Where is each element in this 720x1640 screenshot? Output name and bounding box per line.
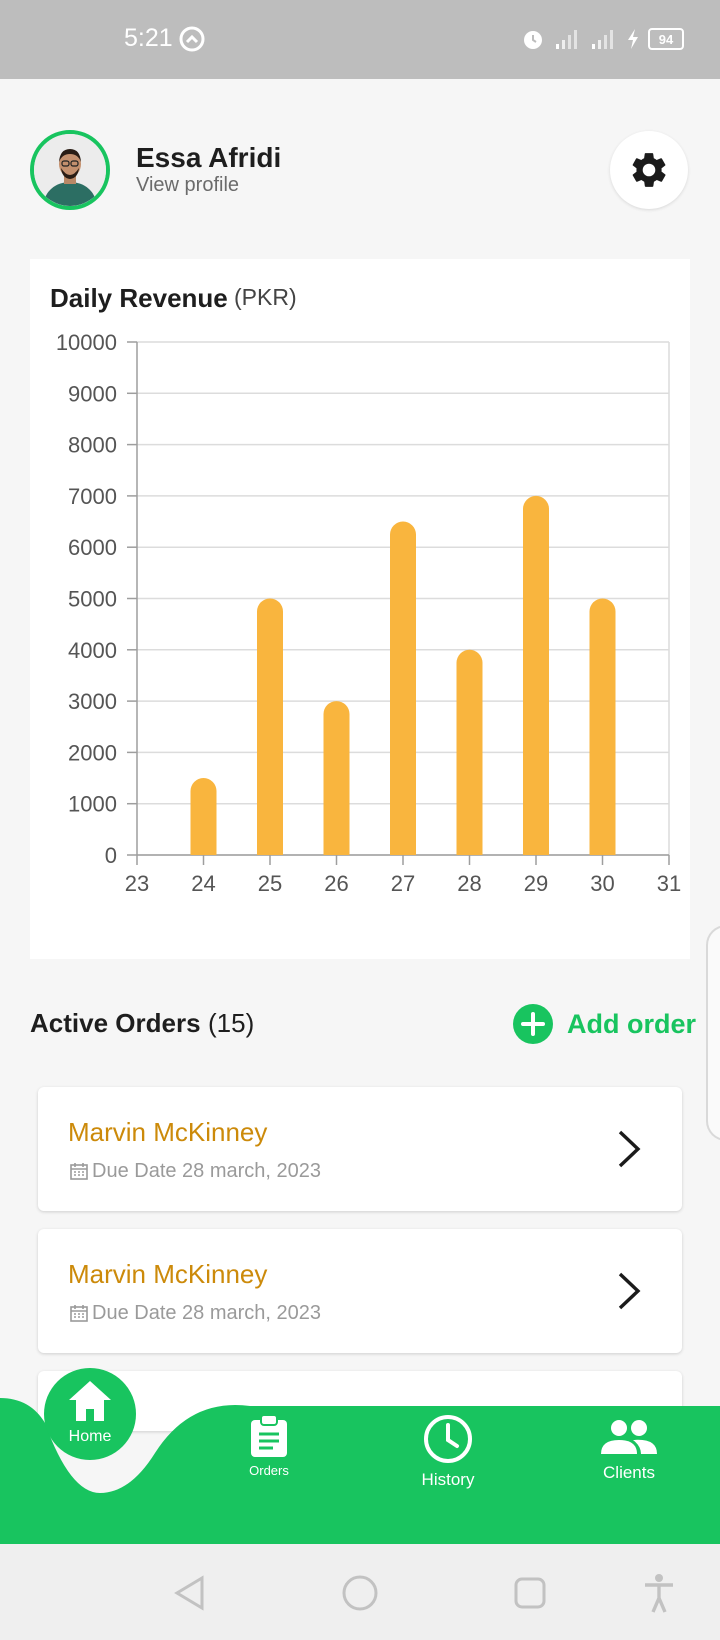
plus-icon [513,1004,553,1044]
x-tick-label: 24 [191,871,215,896]
revenue-bar [523,495,549,855]
chevron-right-icon [618,1130,641,1168]
y-tick-label: 5000 [68,587,117,612]
add-order-label: Add order [567,1008,697,1039]
order-due-date: Due Date 28 march, 2023 [92,1302,322,1324]
y-tick-label: 9000 [68,381,117,406]
revenue-bar [323,701,350,855]
people-icon [601,1420,657,1454]
signal-icon [556,30,577,49]
nav-history[interactable]: History [408,1413,488,1490]
nav-orders-label: Orders [249,1463,289,1478]
y-tick-label: 10000 [56,330,117,355]
clipboard-icon [251,1414,287,1457]
order-client-name: Marvin McKinney [68,1259,268,1289]
clock-icon [424,1415,472,1463]
y-tick-label: 0 [105,843,117,868]
nav-history-label: History [421,1470,475,1489]
avatar-image [34,134,106,206]
charging-icon [628,29,638,49]
revenue-bar [589,598,616,855]
y-tick-label: 1000 [68,792,117,817]
y-tick-label: 2000 [68,740,117,765]
order-due-date: Due Date 28 march, 2023 [92,1160,322,1182]
data-saver-icon [179,26,205,52]
revenue-bar [257,598,283,855]
active-orders-count: (15) [208,1008,255,1038]
user-name[interactable]: Essa Afridi [136,142,281,174]
revenue-bar [456,649,483,855]
x-tick-label: 30 [590,871,614,896]
home-icon [69,1381,111,1421]
system-navigation-bar [0,1544,720,1640]
daily-revenue-chart-card: Daily Revenue (PKR) 0 1000 2000 3000 4000 500… [30,259,690,959]
add-order-button[interactable]: Add order [513,1004,696,1044]
x-tick-label: 29 [524,871,548,896]
calendar-icon [70,1163,88,1180]
y-tick-label: 6000 [68,535,117,560]
battery-icon: 94 [648,28,684,50]
y-tick-label: 7000 [68,484,117,509]
status-bar: 5:21 94 [0,0,720,79]
y-tick-label: 8000 [68,433,117,458]
accessibility-icon[interactable] [642,1572,676,1614]
side-drawer-handle[interactable] [706,925,720,1141]
revenue-bar-chart: 0 1000 2000 3000 4000 5000 6000 7000 8000 9000 100… [56,330,681,896]
order-card[interactable]: Marvin McKinney Due Date 28 march, 2023 [38,1087,682,1211]
recents-icon[interactable] [512,1575,548,1611]
x-tick-label: 28 [457,871,481,896]
status-time: 5:21 [124,24,173,52]
settings-button[interactable] [610,131,688,209]
active-orders-title: Active Orders [30,1008,201,1038]
view-profile-link[interactable]: View profile [136,174,239,197]
chevron-right-icon [618,1272,641,1310]
home-circle-icon[interactable] [340,1573,380,1613]
nav-orders[interactable]: Orders [234,1414,304,1478]
x-tick-label: 23 [125,871,149,896]
status-icons: 94 [520,26,684,52]
signal-icon-2 [592,30,613,49]
y-tick-label: 3000 [68,689,117,714]
calendar-icon [70,1305,88,1322]
x-tick-label: 26 [324,871,348,896]
x-tick-label: 31 [657,871,681,896]
revenue-bar [190,778,217,855]
avatar[interactable] [30,130,110,210]
x-tick-label: 27 [391,871,415,896]
order-client-name: Marvin McKinney [68,1117,268,1147]
back-icon[interactable] [172,1574,208,1612]
nav-home-label: Home [68,1428,112,1445]
revenue-bar [390,521,416,855]
alarm-icon [524,31,542,49]
order-card[interactable]: Marvin McKinney Due Date 28 march, 2023 [38,1229,682,1353]
nav-clients[interactable]: Clients [594,1418,664,1483]
gear-icon [632,153,666,187]
y-tick-label: 4000 [68,638,117,663]
nav-home[interactable]: Home [44,1368,136,1460]
nav-clients-label: Clients [603,1463,655,1482]
x-tick-label: 25 [258,871,282,896]
